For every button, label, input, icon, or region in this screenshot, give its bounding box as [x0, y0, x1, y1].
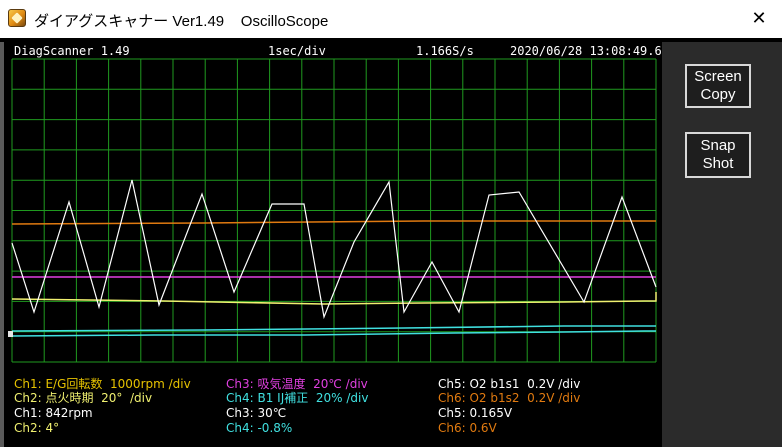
legend-ch6-scale: Ch6: O2 b1s2 0.2V /div	[438, 391, 581, 405]
legend-ch3-value: Ch3: 30℃	[226, 406, 287, 420]
legend-ch6-value: Ch6: 0.6V	[438, 421, 497, 435]
scope-grid	[11, 58, 657, 363]
timebase-label: 1sec/div	[268, 44, 326, 58]
snap-shot-label-line2: Shot	[702, 155, 734, 172]
legend-ch5-value: Ch5: 0.165V	[438, 406, 513, 420]
app-icon	[8, 9, 26, 27]
legend-ch3-scale: Ch3: 吸気温度 20℃ /div	[226, 377, 368, 391]
legend-ch1-value: Ch1: 842rpm	[14, 406, 93, 420]
close-button[interactable]: ✕	[736, 0, 782, 38]
legend-ch2-value: Ch2: 4°	[14, 421, 60, 435]
legend-ch4-value: Ch4: -0.8%	[226, 421, 293, 435]
legend-ch1-scale: Ch1: E/G回転数 1000rpm /div	[14, 377, 191, 391]
datetime-label: 2020/06/28 13:08:49.687	[510, 44, 677, 58]
title-bar: ダイアグスキャナー Ver1.49 OscilloScope ✕	[0, 0, 782, 39]
legend-ch2-scale: Ch2: 点火時期 20° /div	[14, 391, 153, 405]
screen-copy-label-line1: Screen	[694, 68, 742, 85]
snap-shot-label-line1: Snap	[700, 137, 736, 154]
zero-marker	[8, 331, 13, 337]
legend-ch5-scale: Ch5: O2 b1s1 0.2V /div	[438, 377, 581, 391]
snap-shot-button[interactable]: Snap Shot	[685, 132, 751, 178]
window-title: ダイアグスキャナー Ver1.49 OscilloScope	[34, 13, 329, 30]
screen-copy-button[interactable]: Screen Copy	[685, 64, 751, 108]
sample-rate-label: 1.166S/s	[416, 44, 474, 58]
legend-ch4-scale: Ch4: B1 IJ補正 20% /div	[226, 391, 369, 405]
scope-app-label: DiagScanner 1.49	[14, 44, 130, 58]
screen-copy-label-line2: Copy	[700, 86, 736, 103]
